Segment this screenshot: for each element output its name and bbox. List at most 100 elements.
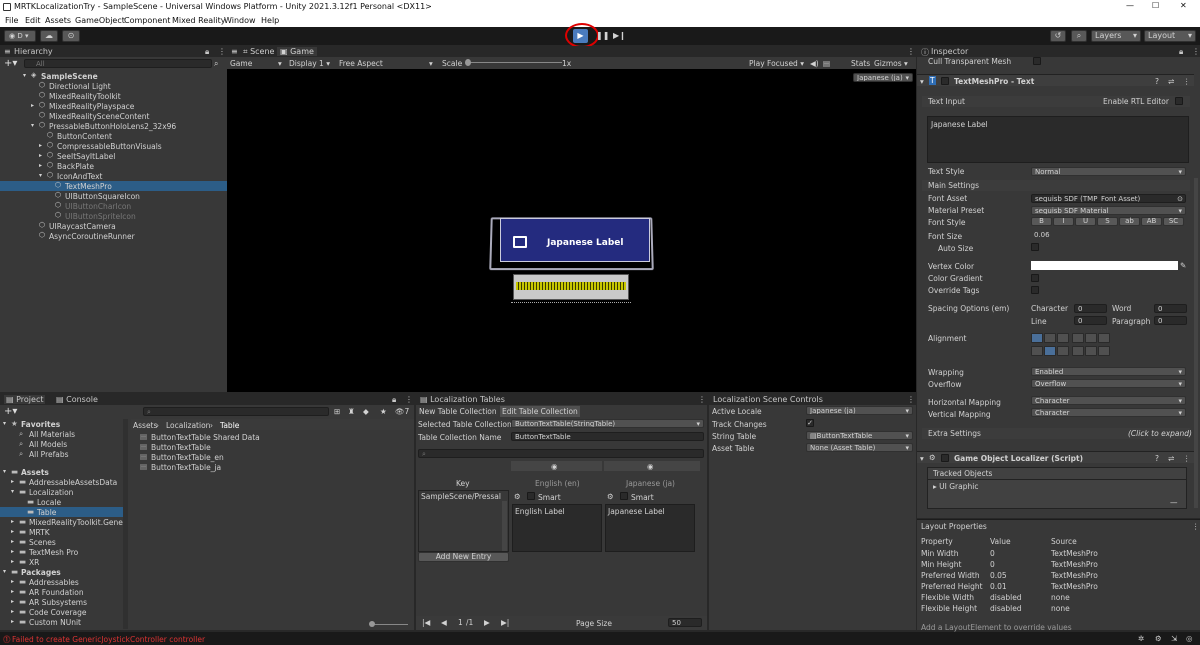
foldout-icon[interactable]: ▸ (39, 152, 42, 159)
tab-scene[interactable]: ⌗ Scene (243, 47, 274, 57)
track-changes-checkbox[interactable]: ✓ (806, 419, 814, 427)
loc-search-field[interactable]: ⌕ (418, 449, 704, 458)
selected-collection-dropdown[interactable]: ButtonTextTable(StringTable) (511, 419, 704, 428)
foldout-icon[interactable]: ▸ (39, 142, 42, 149)
hierarchy-item[interactable]: ⬡ ButtonContent (0, 131, 227, 141)
localizer-component-header[interactable]: ▾ ⚙ Game Object Localizer (Script) ? ⇌ ⋮ (917, 451, 1194, 463)
hierarchy-search[interactable]: All (24, 59, 212, 68)
preset-icon[interactable]: ⇌ (1168, 77, 1174, 86)
page-number[interactable]: 1 (458, 618, 463, 627)
hierarchy-item[interactable]: ▸ ⬡ CompressableButtonVisuals (0, 141, 227, 151)
alignment-button[interactable] (1072, 346, 1084, 356)
en-value-cell[interactable]: English Label (512, 504, 602, 552)
hierarchy-item[interactable]: ⬡ UIButtonSpriteIcon (0, 211, 227, 221)
tab-console[interactable]: ▤ Console (56, 395, 98, 404)
eyedropper-icon[interactable]: ✎ (1180, 261, 1186, 270)
project-tree-item[interactable]: ▸ ▬ Code Coverage (0, 607, 123, 617)
gizmos-button[interactable]: Gizmos ▾ (874, 59, 908, 68)
alignment-button[interactable] (1044, 346, 1056, 356)
asset-file[interactable]: ▤ ButtonTextTable_ja (138, 462, 408, 472)
alignment-button[interactable] (1098, 346, 1110, 356)
project-tree-item[interactable]: ▸ ▬ XR (0, 557, 123, 567)
gizmo-toggle-icon[interactable]: ▤ (823, 59, 830, 68)
foldout-icon[interactable]: ▸ (11, 518, 14, 525)
string-table-dropdown[interactable]: ▤ButtonTextTable (806, 431, 913, 440)
foldout-icon[interactable]: ▾ (3, 420, 6, 427)
inspector-scrollbar[interactable] (1194, 178, 1198, 508)
font-style-button[interactable]: I (1053, 217, 1074, 226)
minimize-button[interactable]: — (1126, 1, 1134, 10)
more-icon[interactable]: ⋮ (218, 47, 226, 56)
foldout-icon[interactable]: ▸ (11, 558, 14, 565)
hierarchy-item[interactable]: ⬡ AsyncCoroutineRunner (0, 231, 227, 241)
search-type-icon[interactable]: ♜ (348, 407, 355, 416)
foldout-icon[interactable]: ▾ (31, 122, 34, 129)
tab-project[interactable]: ▤ Project (4, 395, 46, 404)
collection-name-field[interactable]: ButtonTextTable (511, 432, 704, 441)
remove-item-button[interactable]: — (1170, 498, 1178, 507)
add-button[interactable]: +▾ (4, 58, 17, 69)
asset-file[interactable]: ▤ ButtonTextTable Shared Data (138, 432, 408, 442)
add-new-entry-button[interactable]: Add New Entry (418, 552, 509, 562)
asset-file[interactable]: ▤ ButtonTextTable_en (138, 452, 408, 462)
entry-key-cell[interactable]: SampleScene/Pressal (418, 490, 509, 552)
localizer-foldout-icon[interactable]: ▾ (920, 454, 924, 463)
hierarchy-tab[interactable]: Hierarchy (14, 47, 53, 56)
material-dropdown[interactable]: seguisb SDF Material (1031, 206, 1186, 215)
text-input-area[interactable]: Japanese Label (927, 116, 1189, 163)
project-tree-item[interactable]: ▾ ▬ Localization (0, 487, 123, 497)
project-add-button[interactable]: +▾ (4, 406, 17, 417)
character-field[interactable]: 0 (1074, 304, 1107, 313)
project-tree-item[interactable]: ▬ Locale (0, 497, 123, 507)
last-page-button[interactable]: ▶| (501, 618, 509, 627)
scene-controls-more-icon[interactable]: ⋮ (907, 395, 915, 404)
hierarchy-item[interactable]: ⬡ MixedRealityToolkit (0, 91, 227, 101)
alignment-button[interactable] (1031, 333, 1043, 343)
layers-dropdown[interactable]: Layers ▾ (1091, 30, 1141, 42)
prev-page-button[interactable]: ◀ (441, 618, 447, 627)
hmap-dropdown[interactable]: Character (1031, 396, 1186, 405)
play-focused-dropdown[interactable]: Play Focused ▾ (749, 59, 804, 68)
layout-dropdown[interactable]: Layout ▾ (1144, 30, 1196, 42)
project-tree-item[interactable]: ▸ ▬ MixedRealityToolkit.Gene (0, 517, 123, 527)
localizer-preset-icon[interactable]: ⇌ (1168, 454, 1174, 463)
foldout-icon[interactable]: ▸ (11, 538, 14, 545)
rtl-checkbox[interactable] (1175, 97, 1183, 105)
tmp-component-header[interactable]: ▾ T TextMeshPro - Text ? ⇌ ⋮ (917, 74, 1194, 86)
foldout-icon[interactable]: ▸ (39, 162, 42, 169)
en-visibility-icon[interactable]: ◉ (511, 461, 602, 471)
display-dropdown[interactable]: Display 1 ▾ (289, 59, 330, 68)
status-icon-3[interactable]: ⇲ (1171, 634, 1177, 643)
scale-slider-handle[interactable] (465, 59, 471, 66)
hierarchy-item[interactable]: ▾ ◈ SampleScene (0, 71, 227, 81)
color-gradient-checkbox[interactable] (1031, 274, 1039, 282)
foldout-icon[interactable]: ▸ (11, 548, 14, 555)
alignment-button[interactable] (1085, 346, 1097, 356)
hierarchy-item[interactable]: ▾ ⬡ PressableButtonHoloLens2_32x96 (0, 121, 227, 131)
font-style-button[interactable]: S (1097, 217, 1118, 226)
project-tree-item[interactable]: ▸ ▬ Addressables (0, 577, 123, 587)
tmp-enabled-checkbox[interactable] (941, 77, 949, 85)
override-tags-checkbox[interactable] (1031, 286, 1039, 294)
tab-game[interactable]: ▣ Game (277, 47, 317, 56)
tab-edit-table-collection[interactable]: Edit Table Collection (500, 406, 580, 417)
menu-edit[interactable]: Edit (25, 16, 41, 25)
cloud-button[interactable]: ☁ (40, 30, 58, 42)
hierarchy-item[interactable]: ⬡ UIButtonCharIcon (0, 201, 227, 211)
hierarchy-item[interactable]: ▾ ⬡ IconAndText (0, 171, 227, 181)
font-style-button[interactable]: SC (1163, 217, 1184, 226)
ja-smart-checkbox[interactable] (620, 492, 628, 500)
font-style-button[interactable]: ab (1119, 217, 1140, 226)
object-picker-icon[interactable]: ⊙ (1177, 195, 1183, 202)
game-mode-dropdown[interactable]: Game ▾ (230, 59, 282, 68)
alignment-button[interactable] (1098, 333, 1110, 343)
first-page-button[interactable]: |◀ (422, 618, 430, 627)
hierarchy-item[interactable]: ⬡ UIButtonSquareIcon (0, 191, 227, 201)
key-scrollbar[interactable] (502, 501, 507, 551)
vertex-color-swatch[interactable] (1031, 261, 1178, 270)
paragraph-field[interactable]: 0 (1154, 316, 1187, 325)
scale-slider-track[interactable] (467, 62, 562, 63)
alignment-button[interactable] (1057, 346, 1069, 356)
localizer-menu-icon[interactable]: ⋮ (1183, 454, 1191, 463)
status-icon-2[interactable]: ⚙ (1155, 634, 1162, 643)
